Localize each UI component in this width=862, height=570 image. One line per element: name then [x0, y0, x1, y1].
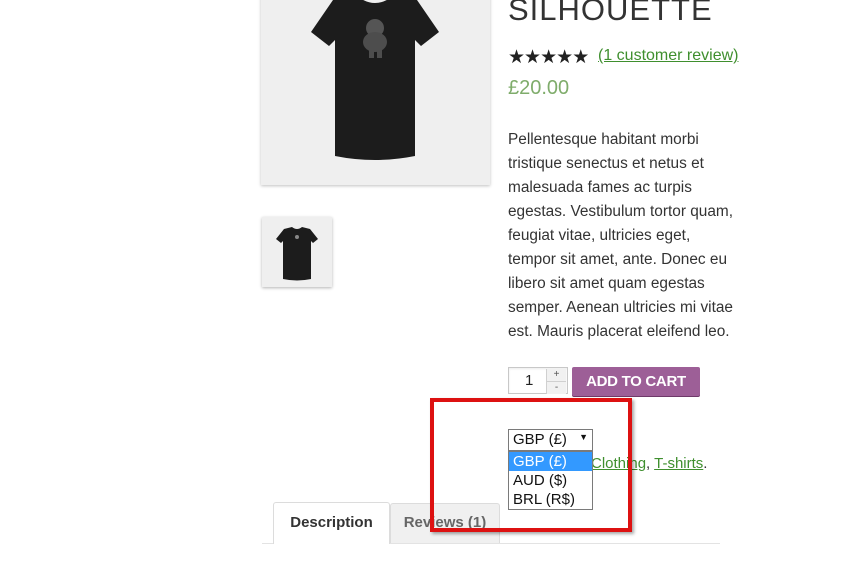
star-rating: ★★★★★	[508, 47, 590, 68]
star-icon: ★	[572, 47, 590, 68]
tab-description[interactable]: Description	[273, 502, 390, 544]
star-icon: ★	[556, 47, 574, 68]
star-icon: ★	[540, 47, 558, 68]
quantity-stepper[interactable]: 1 + -	[508, 367, 568, 394]
product-short-description: Pellentesque habitant morbi tristique se…	[508, 131, 733, 340]
add-to-cart-button[interactable]: ADD TO CART	[572, 367, 700, 396]
customer-review-link[interactable]: (1 customer review)	[598, 47, 738, 65]
highlight-annotation-box	[430, 398, 632, 532]
quantity-increase-button[interactable]: +	[546, 369, 566, 381]
category-separator: ,	[646, 455, 655, 472]
product-thumbnail[interactable]	[262, 217, 332, 287]
product-price: £20.00	[508, 77, 570, 99]
quantity-value: 1	[525, 372, 534, 389]
star-icon: ★	[524, 47, 542, 68]
category-link-tshirts[interactable]: T-shirts	[654, 455, 703, 472]
star-icon: ★	[508, 47, 526, 68]
tshirt-image	[311, 0, 439, 160]
product-title: SILHOUETTE	[508, 0, 713, 27]
product-main-image[interactable]	[261, 0, 490, 185]
category-end: .	[703, 455, 708, 472]
quantity-decrease-button[interactable]: -	[546, 381, 566, 394]
tshirt-thumbnail-image	[276, 227, 318, 281]
